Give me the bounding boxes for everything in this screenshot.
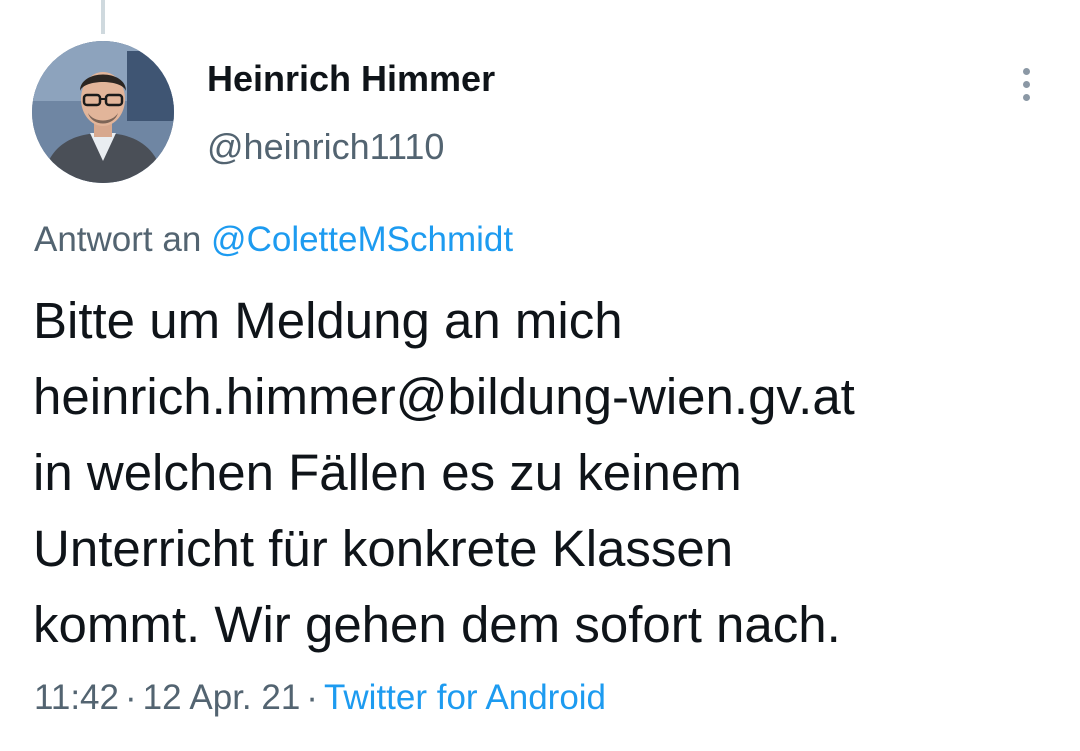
tweet-text-line: Bitte um Meldung an mich <box>33 292 623 349</box>
more-vertical-icon <box>1022 67 1030 75</box>
reply-mention-link[interactable]: @ColetteMSchmidt <box>211 220 513 259</box>
tweet-text-line: kommt. Wir gehen dem sofort nach. <box>33 596 841 653</box>
author-display-name[interactable]: Heinrich Himmer <box>207 58 495 100</box>
author-handle[interactable]: @heinrich1110 <box>207 126 444 168</box>
tweet-text-line: Unterricht für konkrete Klassen <box>33 520 734 577</box>
tweet-date[interactable]: 12 Apr. 21 <box>143 678 301 717</box>
avatar[interactable] <box>32 41 174 183</box>
profile-photo-icon <box>32 41 174 183</box>
more-options-button[interactable] <box>1008 60 1044 108</box>
tweet-source-link[interactable]: Twitter for Android <box>324 678 606 717</box>
more-vertical-icon <box>1022 93 1030 101</box>
tweet-text-line: in welchen Fällen es zu keinem <box>33 444 742 501</box>
reply-prefix: Antwort an <box>34 220 202 259</box>
tweet-time[interactable]: 11:42 <box>34 678 119 717</box>
thread-connector-line <box>101 0 105 34</box>
tweet-metadata: 11:42 · 12 Apr. 21 · Twitter for Android <box>34 678 606 718</box>
meta-separator: · <box>125 678 137 717</box>
more-vertical-icon <box>1022 80 1030 88</box>
tweet-text: Bitte um Meldung an mich heinrich.himmer… <box>33 283 1053 663</box>
meta-separator: · <box>306 678 318 717</box>
reply-context: Antwort an @ColetteMSchmidt <box>34 220 513 260</box>
tweet-text-line: heinrich.himmer@bildung-wien.gv.at <box>33 368 855 425</box>
